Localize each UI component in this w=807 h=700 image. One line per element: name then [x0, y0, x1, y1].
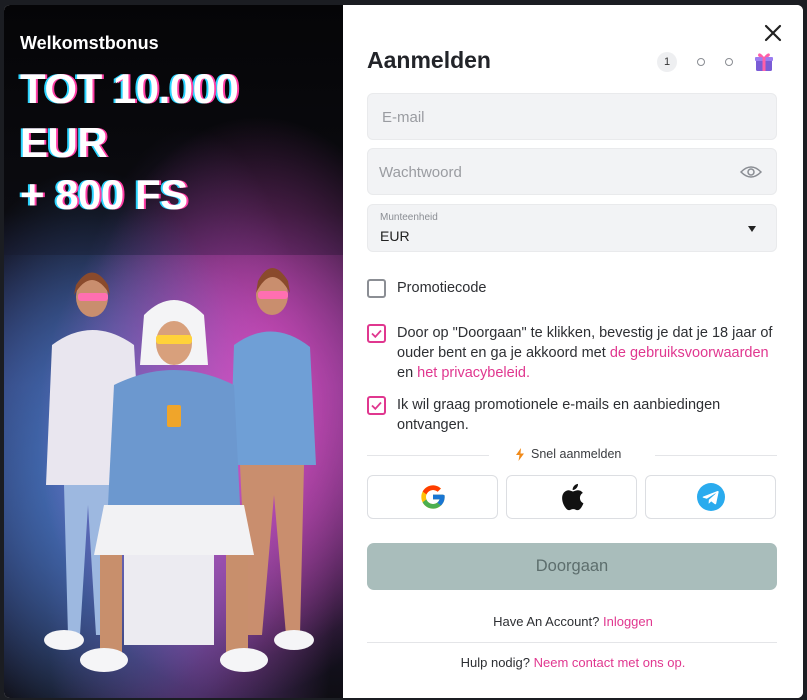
- step-2-dot: [697, 58, 705, 66]
- step-indicator: 1: [657, 51, 775, 73]
- marketing-checkbox[interactable]: [367, 396, 386, 415]
- quick-signup-heading: Snel aanmelden: [515, 447, 621, 461]
- contact-link[interactable]: Neem contact met ons op.: [534, 655, 686, 670]
- google-icon: [420, 485, 445, 509]
- telegram-icon: [696, 483, 725, 511]
- promo-code-toggle[interactable]: Promotiecode: [367, 278, 787, 298]
- footer-divider: [367, 642, 777, 643]
- terms-link[interactable]: de gebruiksvoorwaarden: [610, 345, 769, 361]
- marketing-text: Ik wil graag promotionele e-mails en aan…: [397, 397, 721, 433]
- check-icon: [371, 329, 382, 339]
- terms-consent: Door op "Doorgaan" te klikken, bevestig …: [367, 323, 787, 383]
- password-field[interactable]: Wachtwoord: [367, 148, 777, 195]
- eye-icon[interactable]: [740, 164, 762, 180]
- login-prompt: Have An Account? Inloggen: [343, 614, 803, 629]
- login-prompt-text: Have An Account?: [493, 614, 603, 629]
- signup-panel: Aanmelden 1 E-mail Wachtwoord Munteenhei…: [343, 5, 803, 698]
- email-field[interactable]: E-mail: [367, 93, 777, 140]
- promo-headline-line2: EUR: [20, 119, 108, 166]
- help-prompt: Hulp nodig? Neem contact met ons op.: [343, 655, 803, 670]
- close-icon[interactable]: [761, 21, 785, 45]
- promo-subtitle: Welkomstbonus: [20, 33, 159, 53]
- password-placeholder: Wachtwoord: [379, 164, 462, 181]
- help-prompt-text: Hulp nodig?: [460, 655, 534, 670]
- telegram-signup-button[interactable]: [645, 475, 776, 519]
- promo-code-label: Promotiecode: [397, 280, 487, 296]
- quick-signup-label: Snel aanmelden: [531, 447, 622, 461]
- divider-right: [655, 455, 777, 456]
- promo-figures-illustration: [4, 255, 343, 698]
- continue-button[interactable]: Doorgaan: [367, 543, 777, 590]
- divider-left: [367, 455, 489, 456]
- promo-banner: Welkomstbonus TOT 10.000 EUR + 800 FS: [4, 5, 343, 698]
- step-3-dot: [725, 58, 733, 66]
- signup-modal: Welkomstbonus TOT 10.000 EUR + 800 FS Aa…: [4, 5, 803, 698]
- step-1-badge: 1: [657, 52, 677, 72]
- promo-code-checkbox[interactable]: [367, 279, 386, 298]
- page-title: Aanmelden: [367, 47, 491, 73]
- currency-select[interactable]: Munteenheid EUR: [367, 204, 777, 252]
- chevron-down-icon: [748, 226, 756, 232]
- apple-icon: [561, 483, 583, 511]
- terms-and-text: en: [397, 365, 418, 381]
- email-placeholder: E-mail: [382, 109, 425, 126]
- promo-headline-line3: + 800 FS: [20, 171, 188, 218]
- bolt-icon: [516, 447, 524, 461]
- check-icon: [371, 401, 382, 411]
- marketing-consent: Ik wil graag promotionele e-mails en aan…: [367, 395, 787, 435]
- google-signup-button[interactable]: [367, 475, 498, 519]
- terms-text: Door op "Doorgaan" te klikken, bevestig …: [397, 323, 787, 383]
- login-link[interactable]: Inloggen: [603, 614, 653, 629]
- terms-checkbox[interactable]: [367, 324, 386, 343]
- promo-headline-line1: TOT 10.000: [20, 65, 239, 112]
- privacy-link[interactable]: het privacybeleid.: [417, 365, 530, 381]
- apple-signup-button[interactable]: [506, 475, 637, 519]
- gift-icon: [755, 53, 773, 71]
- currency-label: Munteenheid: [380, 212, 438, 223]
- currency-value: EUR: [380, 228, 410, 244]
